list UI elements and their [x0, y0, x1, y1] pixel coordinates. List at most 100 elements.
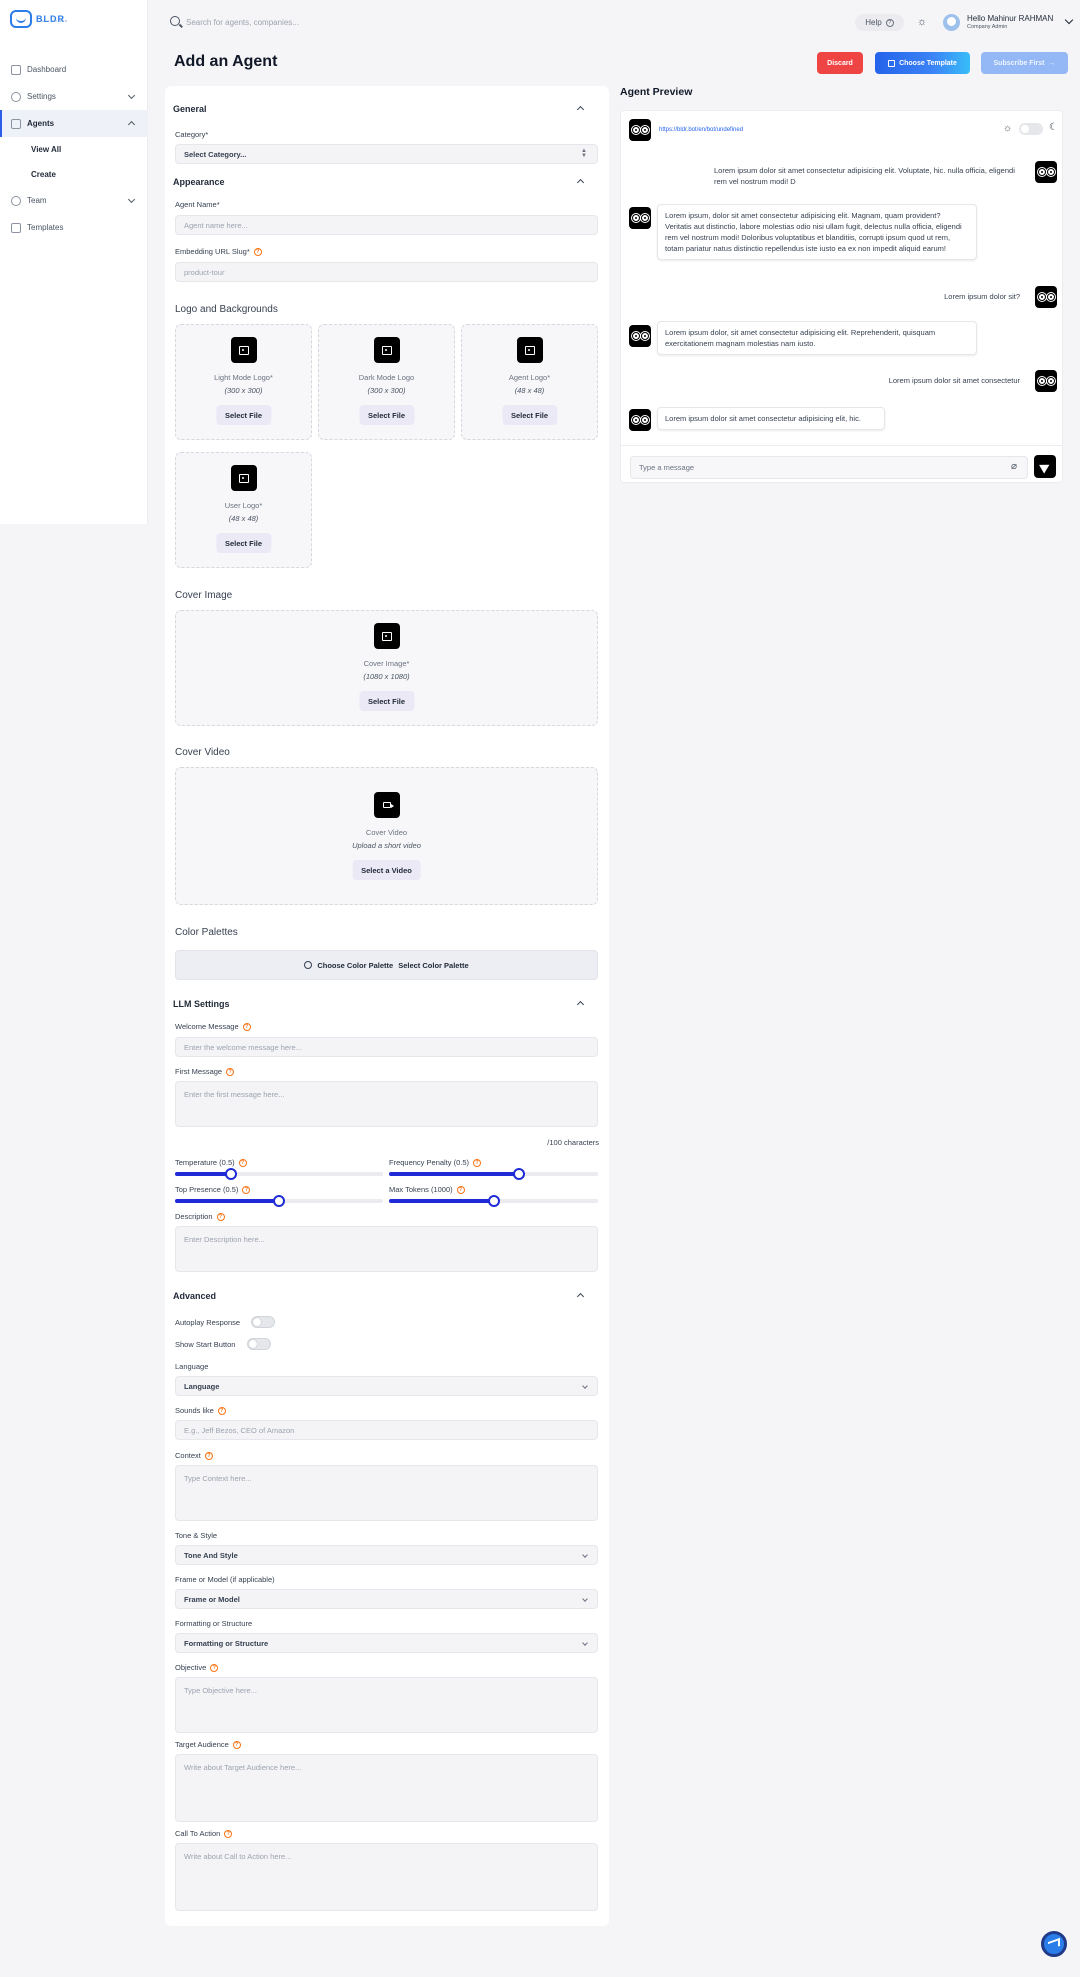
language-select[interactable]: Language	[175, 1376, 598, 1396]
cover-image-upload[interactable]: Cover Image* (1080 x 1080) Select File	[175, 610, 598, 726]
sidebar-item-team[interactable]: Team	[0, 187, 148, 214]
audience-textarea[interactable]	[175, 1754, 598, 1822]
help-icon[interactable]: ?	[224, 1829, 233, 1838]
light-logo-upload[interactable]: Light Mode Logo* (300 x 300) Select File	[175, 324, 312, 440]
slider-thumb[interactable]	[225, 1168, 238, 1180]
frame-select[interactable]: Frame or Model	[175, 1589, 598, 1609]
slider-thumb[interactable]	[512, 1168, 525, 1180]
choose-template-button[interactable]: Choose Template	[875, 52, 970, 74]
help-icon[interactable]: ?	[456, 1185, 465, 1194]
cta-textarea[interactable]	[175, 1843, 598, 1911]
help-icon[interactable]: ?	[216, 1212, 225, 1221]
presence-slider[interactable]	[175, 1195, 383, 1207]
chat-widget-button[interactable]	[1041, 1931, 1067, 1957]
sidebar-item-settings[interactable]: Settings	[0, 83, 148, 110]
chevron-down-icon	[127, 91, 136, 100]
agent-preview: https://bldr.bot/en/bot/undefined ☼ ☾ Lo…	[620, 110, 1063, 483]
tokens-slider[interactable]	[389, 1195, 598, 1207]
dark-logo-upload[interactable]: Dark Mode Logo (300 x 300) Select File	[318, 324, 455, 440]
sidebar-subitem-create[interactable]: Create	[0, 162, 148, 187]
objective-textarea[interactable]	[175, 1677, 598, 1733]
agent-logo-upload[interactable]: Agent Logo* (48 x 48) Select File	[461, 324, 598, 440]
select-file-button[interactable]: Select File	[215, 533, 272, 553]
start-button-label: Show Start Button	[175, 1340, 236, 1349]
description-label: Description ?	[175, 1212, 225, 1221]
avatar[interactable]	[943, 14, 960, 31]
frequency-label: Frequency Penalty (0.5) ?	[389, 1158, 482, 1167]
frequency-slider[interactable]	[389, 1168, 598, 1180]
message-input[interactable]	[630, 456, 1028, 479]
slug-input[interactable]	[175, 262, 598, 282]
subscribe-button[interactable]: Subscribe First →	[981, 52, 1068, 74]
slider-thumb[interactable]	[273, 1195, 285, 1207]
user-logo-upload[interactable]: User Logo* (48 x 48) Select File	[175, 452, 312, 568]
gear-icon	[11, 91, 21, 102]
select-video-button[interactable]: Select a Video	[352, 860, 421, 880]
temperature-slider[interactable]	[175, 1168, 383, 1180]
paperclip-icon[interactable]: ⌀	[1011, 461, 1017, 472]
select-file-button[interactable]: Select File	[215, 405, 272, 425]
general-section-header[interactable]: General	[173, 104, 603, 118]
select-file-button[interactable]: Select File	[358, 405, 415, 425]
start-button-toggle[interactable]	[247, 1338, 271, 1350]
chat-message-bot: Lorem ipsum dolor, sit amet consectetur …	[657, 321, 977, 355]
category-select[interactable]: Select Category... ▲ ▼	[175, 144, 598, 164]
chat-message-bot: Lorem ipsum dolor sit amet consectetur a…	[657, 407, 885, 430]
chevron-down-icon[interactable]	[1064, 15, 1074, 25]
objective-label: Objective ?	[175, 1663, 219, 1672]
tokens-label-text: Max Tokens (1000)	[389, 1185, 453, 1194]
welcome-message-input[interactable]	[175, 1037, 598, 1057]
image-icon	[230, 337, 257, 363]
robot-icon	[11, 118, 21, 129]
description-textarea[interactable]	[175, 1226, 598, 1272]
help-icon[interactable]: ?	[217, 1406, 226, 1415]
preview-url[interactable]: https://bldr.bot/en/bot/undefined	[659, 127, 743, 133]
help-icon[interactable]: ?	[242, 1185, 251, 1194]
appearance-section-header[interactable]: Appearance	[173, 177, 603, 191]
help-icon[interactable]: ?	[253, 247, 262, 256]
context-textarea[interactable]	[175, 1465, 598, 1521]
format-label: Formatting or Structure	[175, 1619, 253, 1628]
sidebar-subitem-view-all[interactable]: View All	[0, 137, 148, 162]
upload-size: (300 x 300)	[224, 386, 263, 395]
select-file-button[interactable]: Select File	[501, 405, 558, 425]
preview-theme-toggle[interactable]	[1019, 123, 1043, 135]
owl-avatar-icon	[629, 207, 651, 229]
upload-size: (1080 x 1080)	[363, 672, 410, 681]
slider-thumb[interactable]	[487, 1195, 500, 1207]
llm-section-header[interactable]: LLM Settings	[173, 999, 603, 1013]
chevron-up-icon	[576, 1000, 585, 1009]
theme-toggle-sun-icon[interactable]: ☼	[916, 16, 928, 28]
sidebar-item-agents[interactable]: Agents	[0, 110, 148, 137]
sidebar-item-dashboard[interactable]: Dashboard	[0, 56, 148, 83]
slug-label: Embedding URL Slug* ?	[175, 247, 262, 256]
format-select[interactable]: Formatting or Structure	[175, 1633, 598, 1653]
sounds-like-input[interactable]	[175, 1420, 598, 1440]
first-message-textarea[interactable]	[175, 1081, 598, 1127]
help-icon[interactable]: ?	[226, 1067, 235, 1076]
help-icon[interactable]: ?	[238, 1158, 247, 1167]
select-file-button[interactable]: Select File	[358, 691, 415, 711]
help-icon[interactable]: ?	[473, 1158, 482, 1167]
send-button[interactable]	[1034, 455, 1056, 478]
cta-label-text: Call To Action	[175, 1829, 221, 1838]
autoplay-toggle[interactable]	[251, 1316, 275, 1328]
choose-color-palette-button[interactable]: Choose Color Palette Select Color Palett…	[175, 950, 598, 980]
frequency-label-text: Frequency Penalty (0.5)	[389, 1158, 470, 1167]
cover-video-upload[interactable]: Cover Video Upload a short video Select …	[175, 767, 598, 905]
advanced-section-header[interactable]: Advanced	[173, 1291, 603, 1305]
help-button[interactable]: Help ?	[855, 14, 904, 31]
help-icon[interactable]: ?	[204, 1451, 213, 1460]
help-icon[interactable]: ?	[232, 1740, 241, 1749]
discard-button[interactable]: Discard	[817, 52, 863, 74]
sidebar-item-templates[interactable]: Templates	[0, 214, 148, 241]
help-icon[interactable]: ?	[210, 1663, 219, 1672]
category-label: Category*	[175, 130, 209, 139]
chevron-up-icon	[576, 105, 585, 114]
agent-name-input[interactable]	[175, 215, 598, 235]
owl-avatar-icon	[1035, 370, 1057, 392]
tone-select[interactable]: Tone And Style	[175, 1545, 598, 1565]
help-icon[interactable]: ?	[242, 1022, 251, 1031]
search-input[interactable]	[186, 14, 486, 30]
chevron-down-icon	[582, 1552, 588, 1558]
